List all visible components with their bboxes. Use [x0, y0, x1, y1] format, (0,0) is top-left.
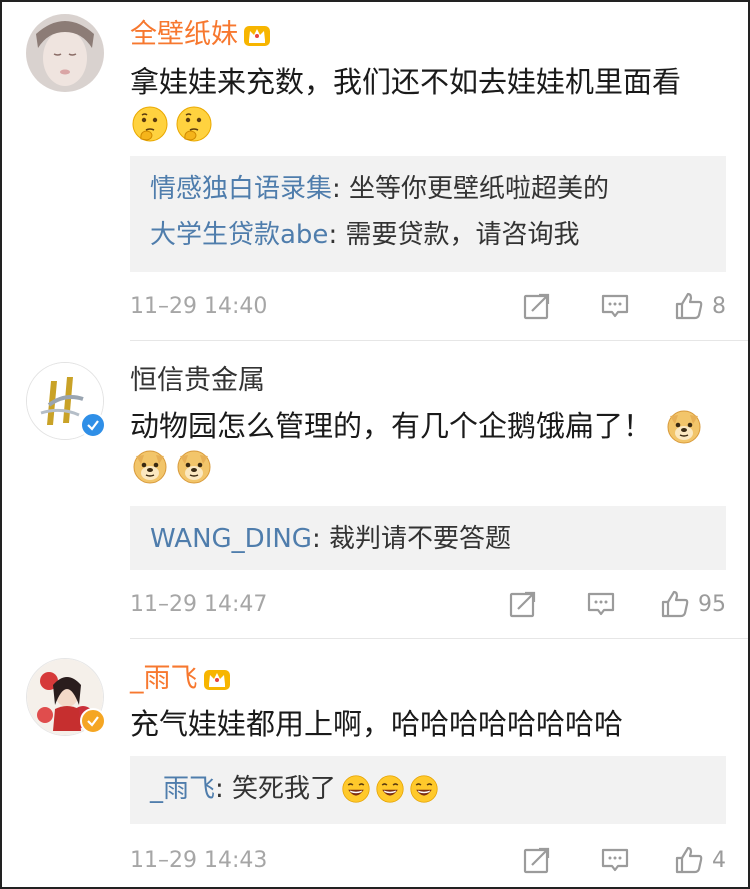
- thinking-face-emoji: [132, 106, 168, 142]
- reply-item[interactable]: 大学生贷款abe: 需要贷款，请咨询我: [150, 212, 706, 258]
- timestamp: 11–29 14:43: [130, 847, 268, 873]
- laughing-face-emoji: [342, 775, 370, 803]
- like-button[interactable]: 4: [674, 845, 726, 875]
- comment-text-content: 动物园怎么管理的，有几个企鹅饿扁了！: [130, 409, 653, 443]
- repost-button[interactable]: [522, 291, 552, 321]
- comment-text: 充气娃娃都用上啊，哈哈哈哈哈哈哈哈: [130, 707, 624, 741]
- reply-text: 坐等你更壁纸啦超美的: [349, 174, 610, 204]
- divider: [130, 340, 748, 341]
- laughing-face-emoji: [410, 775, 438, 803]
- reply-text: 笑死我了: [232, 774, 337, 804]
- username[interactable]: _雨飞: [130, 662, 232, 696]
- comment-meta: 11–29 14:40 8: [130, 288, 726, 324]
- divider: [130, 638, 748, 639]
- avatar[interactable]: [26, 362, 106, 440]
- reply-username[interactable]: _雨飞: [150, 766, 215, 812]
- comment-item: _雨飞 充气娃娃都用上啊，哈哈哈哈哈哈哈哈 _雨飞: 笑死我了 11–29 14…: [2, 640, 748, 887]
- reply-text: 裁判请不要答题: [329, 524, 512, 554]
- comment-meta: 11–29 14:43 4: [130, 842, 726, 878]
- reply-box[interactable]: WANG_DING: 裁判请不要答题: [130, 506, 726, 570]
- comment-item: 恒信贵金属 动物园怎么管理的，有几个企鹅饿扁了！ WANG_DING: 裁判请不…: [2, 342, 748, 638]
- emoji-row: [132, 106, 212, 142]
- username-text[interactable]: 恒信贵金属: [130, 364, 265, 398]
- reply-separator: :: [332, 174, 350, 204]
- crown-icon: [202, 666, 232, 692]
- reply-username[interactable]: 大学生贷款abe: [150, 220, 328, 250]
- thumbs-up-icon: [660, 589, 690, 619]
- like-button[interactable]: 8: [674, 291, 726, 321]
- repost-icon: [522, 291, 552, 321]
- reply-button[interactable]: [586, 589, 616, 619]
- reply-separator: :: [215, 774, 233, 804]
- repost-button[interactable]: [522, 845, 552, 875]
- reply-username[interactable]: WANG_DING: [150, 524, 312, 554]
- reply-box[interactable]: 情感独白语录集: 坐等你更壁纸啦超美的 大学生贷款abe: 需要贷款，请咨询我: [130, 156, 726, 272]
- thumbs-up-icon: [674, 291, 704, 321]
- comment-item: 全壁纸妹 拿娃娃来充数，我们还不如去娃娃机里面看 情感独白语录集: 坐等你更壁纸…: [2, 2, 748, 342]
- repost-button[interactable]: [508, 589, 538, 619]
- emoji-row: [132, 448, 212, 484]
- reply-separator: :: [328, 220, 346, 250]
- verified-badge-icon: [80, 412, 106, 438]
- reply-item[interactable]: 情感独白语录集: 坐等你更壁纸啦超美的: [150, 166, 706, 212]
- reply-text: 需要贷款，请咨询我: [345, 220, 580, 250]
- verified-badge-icon: [80, 708, 106, 734]
- reply-item[interactable]: WANG_DING: 裁判请不要答题: [150, 516, 706, 562]
- avatar[interactable]: [26, 14, 104, 92]
- reply-separator: :: [311, 524, 329, 554]
- doge-emoji: [666, 408, 702, 444]
- doge-emoji: [176, 448, 212, 484]
- reply-button[interactable]: [600, 291, 630, 321]
- timestamp: 11–29 14:47: [130, 591, 268, 617]
- like-count: 95: [698, 591, 726, 617]
- timestamp: 11–29 14:40: [130, 293, 268, 319]
- comment-icon: [600, 845, 630, 875]
- like-button[interactable]: 95: [660, 589, 726, 619]
- doge-emoji: [132, 448, 168, 484]
- username[interactable]: 恒信贵金属: [130, 364, 265, 398]
- username[interactable]: 全壁纸妹: [130, 18, 272, 52]
- reply-button[interactable]: [600, 845, 630, 875]
- laughing-face-emoji: [376, 775, 404, 803]
- like-count: 4: [712, 847, 726, 873]
- comment-text: 动物园怎么管理的，有几个企鹅饿扁了！: [130, 406, 702, 446]
- comment-meta: 11–29 14:47 95: [130, 586, 726, 622]
- comment-icon: [586, 589, 616, 619]
- repost-icon: [522, 845, 552, 875]
- crown-icon: [242, 22, 272, 48]
- reply-username[interactable]: 情感独白语录集: [150, 174, 332, 204]
- repost-icon: [508, 589, 538, 619]
- comment-icon: [600, 291, 630, 321]
- reply-box[interactable]: _雨飞: 笑死我了: [130, 756, 726, 824]
- thumbs-up-icon: [674, 845, 704, 875]
- comment-text: 拿娃娃来充数，我们还不如去娃娃机里面看: [130, 65, 682, 99]
- like-count: 8: [712, 293, 726, 319]
- username-text[interactable]: _雨飞: [130, 662, 198, 696]
- avatar[interactable]: [26, 658, 106, 736]
- thinking-face-emoji: [176, 106, 212, 142]
- reply-item[interactable]: _雨飞: 笑死我了: [150, 766, 706, 812]
- username-text[interactable]: 全壁纸妹: [130, 18, 238, 52]
